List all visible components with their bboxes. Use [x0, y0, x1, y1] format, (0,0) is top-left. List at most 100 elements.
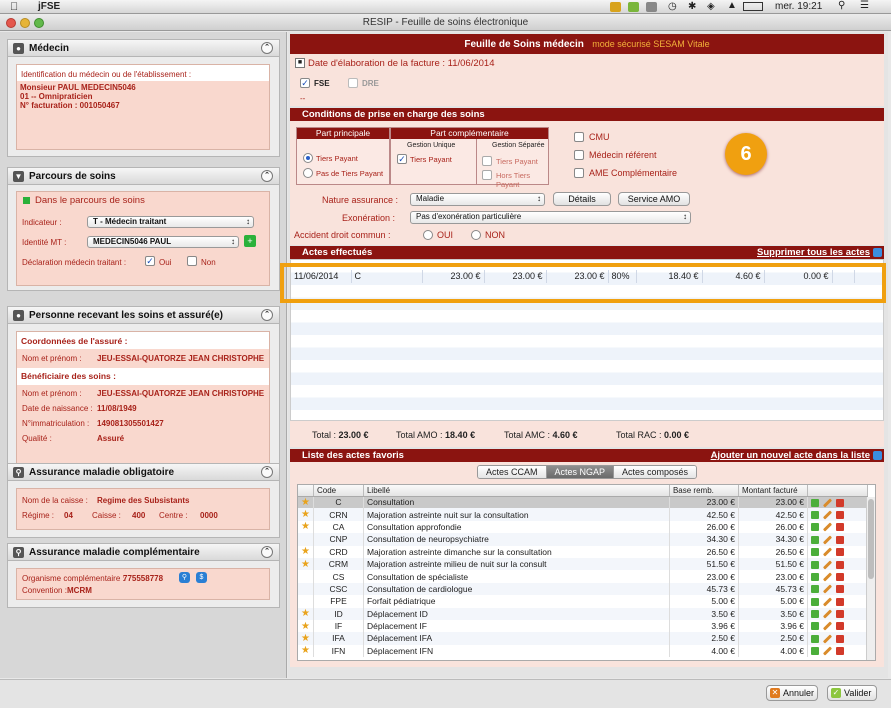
service-amo-button[interactable]: Service AMO [618, 192, 690, 206]
add-icon[interactable] [810, 622, 819, 631]
app-menu[interactable]: jFSE [38, 1, 60, 12]
dre-checkbox[interactable] [348, 78, 358, 88]
add-icon[interactable] [810, 535, 819, 544]
time-machine-icon[interactable]: ◷ [668, 1, 677, 12]
star-cell[interactable] [298, 595, 314, 608]
delete-icon[interactable] [836, 585, 845, 594]
clock[interactable]: mer. 19:21 [775, 1, 822, 12]
exo-select[interactable]: Pas d'exonération particulière [410, 211, 691, 224]
search-icon[interactable]: ⚲ [179, 572, 190, 583]
delete-all-link[interactable]: Supprimer tous les actes [757, 246, 870, 259]
delete-icon[interactable] [836, 498, 845, 507]
star-cell[interactable] [298, 582, 314, 596]
valider-button[interactable]: ✓ Valider [827, 685, 877, 701]
add-icon[interactable] [810, 560, 819, 569]
star-cell[interactable]: ★ [298, 607, 314, 620]
collapse-icon[interactable]: ⌃ [261, 546, 273, 558]
nature-select[interactable]: Maladie [410, 193, 545, 206]
edit-icon[interactable] [822, 498, 833, 508]
amo-header[interactable]: ⚲ Assurance maladie obligatoire ⌃ [8, 464, 279, 481]
table-row[interactable]: ★ CRD Majoration astreinte dimanche sur la… [298, 545, 869, 558]
table-row[interactable]: ★ IF Déplacement IF 3.96 €3.96 € [298, 619, 869, 633]
identite-select[interactable]: MEDECIN5046 PAUL [87, 236, 239, 248]
delete-icon[interactable] [873, 248, 882, 257]
search-icon[interactable]: ⚲ [838, 0, 845, 11]
tiers-payant3-checkbox[interactable] [482, 156, 492, 166]
star-icon[interactable]: ★ [301, 509, 310, 520]
star-cell[interactable]: ★ [298, 545, 314, 558]
delete-icon[interactable] [836, 647, 845, 656]
col-base[interactable]: Base remb. [669, 485, 739, 497]
edit-icon[interactable] [822, 547, 833, 557]
star-cell[interactable]: ★ [298, 644, 314, 658]
tiers-payant2-checkbox[interactable]: ✓ [397, 154, 407, 164]
medecin-refere-checkbox[interactable] [574, 150, 584, 160]
status-icon[interactable] [628, 2, 639, 12]
table-row[interactable]: CSC Consultation de cardiologue 45.73 €45.… [298, 582, 869, 596]
delete-icon[interactable] [836, 523, 845, 532]
star-cell[interactable] [298, 533, 314, 546]
collapse-icon[interactable]: ⌃ [261, 309, 273, 321]
edit-icon[interactable] [822, 535, 833, 545]
fse-checkbox[interactable]: ✓ [300, 78, 310, 88]
search-icon[interactable] [873, 451, 882, 460]
table-row[interactable]: ★ ID Déplacement ID 3.50 €3.50 € [298, 607, 869, 620]
edit-icon[interactable] [822, 510, 833, 520]
edit-icon[interactable] [822, 572, 833, 582]
notifications-icon[interactable]: ☰ [860, 0, 869, 11]
add-icon[interactable] [810, 572, 819, 581]
tab-ngap[interactable]: Actes NGAP [546, 466, 615, 478]
add-icon[interactable] [810, 647, 819, 656]
col-montant[interactable]: Montant facturé [738, 485, 808, 497]
tab-composes[interactable]: Actes composés [614, 466, 697, 478]
volume-icon[interactable]: ▲ [727, 0, 737, 11]
personne-header[interactable]: ● Personne recevant les soins et assuré(e… [8, 307, 279, 324]
table-row[interactable]: ★ CRM Majoration astreinte milieu de nuit … [298, 557, 869, 571]
delete-icon[interactable] [836, 510, 845, 519]
table-row[interactable]: ★ C Consultation 23.00 €23.00 € [298, 496, 869, 509]
add-icon[interactable] [810, 585, 819, 594]
pas-tiers-radio[interactable] [303, 168, 313, 178]
delete-icon[interactable] [836, 535, 845, 544]
add-acte-link[interactable]: Ajouter un nouvel acte dans la liste [711, 449, 870, 462]
add-icon[interactable] [810, 610, 819, 619]
table-row[interactable]: ★ CRN Majoration astreinte nuit sur la con… [298, 508, 869, 521]
status-icon[interactable] [610, 2, 621, 12]
declaration-oui-checkbox[interactable]: ✓ [145, 256, 155, 266]
delete-icon[interactable] [836, 622, 845, 631]
minimize-button[interactable] [20, 18, 30, 28]
add-icon[interactable] [810, 498, 819, 507]
edit-icon[interactable] [822, 522, 833, 532]
scroll-thumb[interactable] [868, 499, 874, 579]
status-icon[interactable] [646, 2, 657, 12]
col-libelle[interactable]: Libellé [363, 485, 670, 497]
star-cell[interactable]: ★ [298, 632, 314, 645]
collapse-icon[interactable]: ⌃ [261, 466, 273, 478]
edit-icon[interactable] [822, 646, 833, 656]
table-row[interactable]: ★ CA Consultation approfondie 26.00 €26.00 … [298, 520, 869, 534]
edit-icon[interactable] [822, 584, 833, 594]
star-cell[interactable]: ★ [298, 557, 314, 571]
star-icon[interactable]: ★ [301, 621, 310, 632]
delete-icon[interactable] [836, 597, 845, 606]
star-cell[interactable]: ★ [298, 619, 314, 633]
delete-icon[interactable] [836, 560, 845, 569]
star-cell[interactable] [298, 570, 314, 583]
indicateur-select[interactable]: T - Médecin traitant [87, 216, 254, 228]
star-icon[interactable]: ★ [301, 559, 310, 570]
star-icon[interactable]: ★ [301, 521, 310, 532]
star-icon[interactable]: ★ [301, 645, 310, 656]
edit-icon[interactable] [822, 609, 833, 619]
add-icon[interactable] [810, 548, 819, 557]
star-icon[interactable]: ★ [301, 497, 310, 508]
delete-icon[interactable] [836, 610, 845, 619]
favoris-scrollbar[interactable] [866, 497, 875, 660]
medecin-header[interactable]: ● Médecin ⌃ [8, 40, 279, 57]
parcours-header[interactable]: ▼ Parcours de soins ⌃ [8, 168, 279, 185]
close-button[interactable] [6, 18, 16, 28]
accident-oui-radio[interactable] [423, 230, 433, 240]
table-row[interactable]: ★ IFA Déplacement IFA 2.50 €2.50 € [298, 632, 869, 645]
apple-icon[interactable]:  [10, 1, 18, 13]
tiers-payant-radio[interactable] [303, 153, 313, 163]
col-code[interactable]: Code [313, 485, 364, 497]
